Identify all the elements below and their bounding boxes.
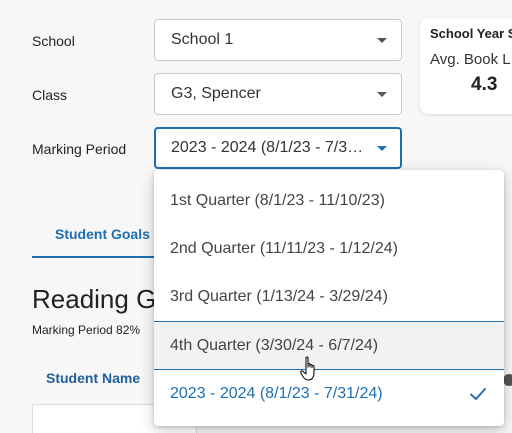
school-label: School: [32, 33, 75, 49]
toggle-knob-icon[interactable]: [503, 374, 512, 386]
menu-item-3rd-quarter[interactable]: 3rd Quarter (1/13/24 - 3/29/24): [154, 273, 504, 321]
summary-card: School Year S Avg. Book L 4.3: [420, 18, 512, 114]
tab-student-goals[interactable]: Student Goals: [32, 222, 160, 258]
check-icon: [470, 388, 486, 400]
class-label: Class: [32, 87, 68, 103]
tab-student-goals-label: Student Goals: [55, 226, 150, 242]
menu-item-label: 3rd Quarter (1/13/24 - 3/29/24): [170, 288, 388, 305]
menu-item-label: 1st Quarter (8/1/23 - 11/10/23): [170, 192, 385, 209]
menu-item-1st-quarter[interactable]: 1st Quarter (8/1/23 - 11/10/23): [154, 177, 504, 225]
tab-active-indicator: [32, 256, 160, 258]
summary-card-subtitle: Avg. Book L: [430, 51, 511, 68]
caret-down-icon: [377, 146, 387, 151]
school-select-value: School 1: [171, 31, 234, 48]
summary-card-value: 4.3: [471, 74, 498, 95]
summary-card-title: School Year S: [430, 26, 512, 41]
page: School School 1 Class G3, Spencer Markin…: [0, 0, 512, 433]
section-subtitle: Marking Period 82%: [32, 323, 141, 337]
menu-item-full-year[interactable]: 2023 - 2024 (8/1/23 - 7/31/24): [154, 369, 504, 417]
menu-item-2nd-quarter[interactable]: 2nd Quarter (11/11/23 - 1/12/24): [154, 225, 504, 273]
column-header-student-name[interactable]: Student Name: [46, 370, 140, 386]
caret-down-icon: [377, 92, 387, 97]
class-select-value: G3, Spencer: [171, 85, 261, 102]
section-title: Reading G: [32, 284, 157, 314]
hand-pointer-icon: [300, 356, 315, 381]
caret-down-icon: [377, 38, 387, 43]
menu-item-label: 2nd Quarter (11/11/23 - 1/12/24): [170, 240, 398, 257]
menu-item-label: 2023 - 2024 (8/1/23 - 7/31/24): [170, 385, 383, 402]
marking-period-select-value: 2023 - 2024 (8/1/23 - 7/31/24): [171, 139, 371, 156]
marking-period-select[interactable]: 2023 - 2024 (8/1/23 - 7/31/24): [154, 127, 402, 169]
menu-item-4th-quarter[interactable]: 4th Quarter (3/30/24 - 6/7/24): [154, 321, 504, 369]
menu-item-label: 4th Quarter (3/30/24 - 6/7/24): [170, 337, 379, 354]
class-select[interactable]: G3, Spencer: [154, 73, 402, 115]
marking-period-label: Marking Period: [32, 141, 127, 157]
marking-period-menu: 1st Quarter (8/1/23 - 11/10/23) 2nd Quar…: [154, 170, 504, 426]
school-select[interactable]: School 1: [154, 19, 402, 61]
